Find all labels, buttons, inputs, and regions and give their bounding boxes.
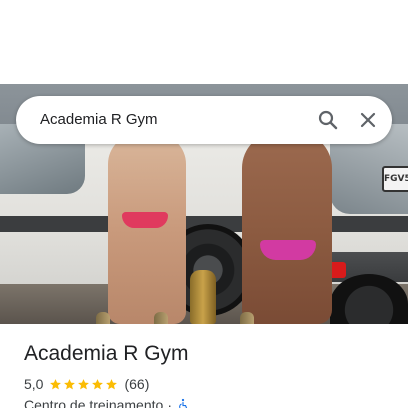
separator: ·	[167, 397, 172, 408]
category-row: Centro de treinamento ·	[24, 396, 190, 408]
photo-person-left	[108, 134, 186, 324]
photo-trophy	[190, 270, 216, 324]
star-icon	[92, 378, 104, 389]
search-input[interactable]: Academia R Gym	[40, 96, 158, 144]
star-icon	[106, 378, 118, 389]
star-rating	[49, 378, 119, 391]
star-icon	[78, 378, 90, 389]
maps-place-view: FGV5 Academia R Gym Academia R Gym 5,	[0, 0, 408, 408]
photo-license-plate: FGV5	[382, 166, 408, 192]
photo-person-right	[242, 132, 332, 324]
star-icon	[50, 378, 62, 389]
search-icon[interactable]	[316, 108, 340, 132]
review-count[interactable]: (66)	[124, 376, 149, 392]
place-title: Academia R Gym	[24, 342, 189, 365]
search-box[interactable]: Academia R Gym	[16, 96, 392, 144]
place-category: Centro de treinamento	[24, 397, 164, 408]
rating-row[interactable]: 5,0 (66)	[24, 375, 149, 393]
rating-value: 5,0	[24, 376, 44, 392]
close-icon[interactable]	[356, 108, 380, 132]
star-icon	[64, 378, 76, 389]
wheelchair-icon	[179, 398, 188, 408]
